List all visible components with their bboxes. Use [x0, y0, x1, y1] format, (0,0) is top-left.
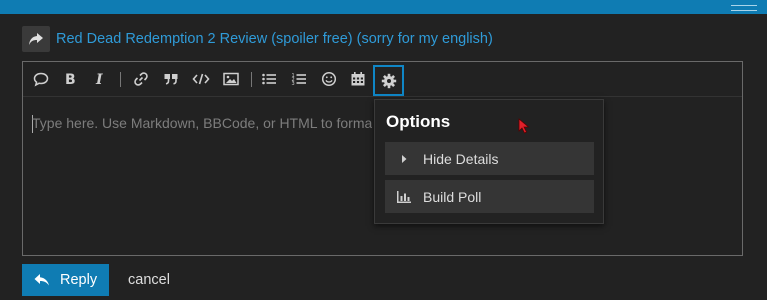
topic-title-link[interactable]: Red Dead Redemption 2 Review (spoiler fr…	[56, 31, 493, 47]
svg-text:B: B	[65, 72, 76, 87]
quote-icon[interactable]	[161, 69, 181, 89]
link-icon[interactable]	[131, 69, 151, 89]
share-arrow-icon[interactable]	[22, 26, 50, 52]
svg-text:I: I	[95, 72, 103, 87]
gear-icon[interactable]	[373, 65, 404, 96]
reply-context: Red Dead Redemption 2 Review (spoiler fr…	[22, 25, 493, 53]
smiley-icon[interactable]	[319, 69, 339, 89]
bullet-list-icon[interactable]	[259, 69, 279, 89]
cancel-link[interactable]: cancel	[128, 272, 170, 288]
reply-arrow-icon	[34, 274, 49, 286]
resize-grip-icon[interactable]	[731, 5, 757, 11]
hide-details-label: Hide Details	[423, 150, 499, 167]
options-title: Options	[386, 112, 451, 131]
bold-icon[interactable]: B	[61, 69, 81, 89]
speech-bubble-icon[interactable]	[31, 69, 51, 89]
reply-label: Reply	[60, 272, 98, 288]
numbered-list-icon[interactable]: 123	[289, 69, 309, 89]
svg-text:3: 3	[292, 81, 295, 87]
mouse-pointer-icon	[518, 118, 530, 139]
reply-button[interactable]: Reply	[22, 264, 109, 296]
editor-toolbar: B I 123	[23, 62, 742, 97]
calendar-icon[interactable]	[348, 69, 368, 89]
code-icon[interactable]	[191, 69, 211, 89]
editor-placeholder: Type here. Use Markdown, BBCode, or HTML…	[32, 115, 372, 131]
toolbar-divider	[120, 72, 121, 87]
italic-icon[interactable]: I	[90, 69, 110, 89]
toolbar-divider	[251, 72, 252, 87]
options-popup: Options Hide Details Build Poll	[374, 99, 604, 224]
top-accent-bar	[0, 0, 767, 14]
hide-details-option[interactable]: Hide Details	[385, 142, 594, 175]
caret-right-icon	[385, 154, 423, 164]
build-poll-label: Build Poll	[423, 188, 482, 205]
bar-chart-icon	[385, 190, 423, 204]
image-icon[interactable]	[221, 69, 241, 89]
build-poll-option[interactable]: Build Poll	[385, 180, 594, 213]
